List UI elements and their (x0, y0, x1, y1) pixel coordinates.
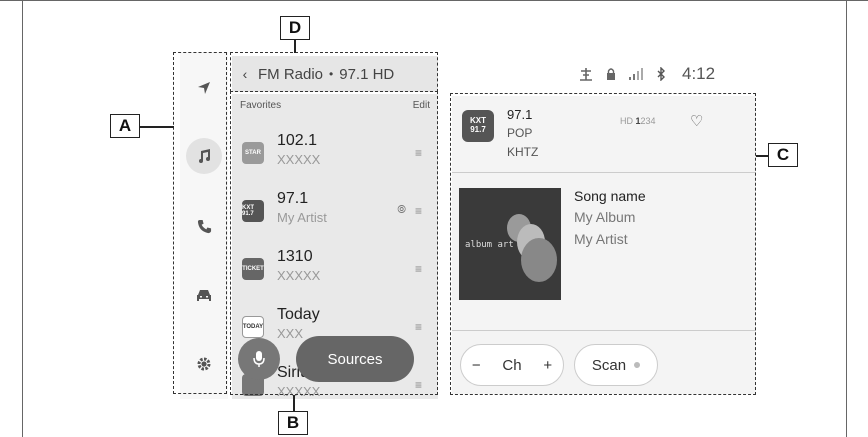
callout-a: A (110, 114, 140, 138)
bluetooth-icon (657, 67, 665, 81)
traffic-icon (580, 68, 592, 81)
callout-d: D (280, 16, 310, 40)
status-bar: 4:12 (578, 64, 715, 84)
callout-c: C (768, 143, 798, 167)
signal-icon (629, 68, 643, 80)
zone-a-outline (173, 52, 227, 394)
zone-b-outline (230, 91, 438, 395)
callout-d-line (294, 39, 296, 53)
callout-b: B (278, 411, 308, 435)
zone-d-outline (230, 52, 438, 92)
frame-left-border (22, 0, 23, 437)
clock: 4:12 (682, 64, 716, 83)
callout-a-line (140, 126, 174, 128)
frame-right-border (846, 0, 847, 437)
lock-icon (607, 68, 615, 80)
zone-c-outline (450, 93, 756, 395)
